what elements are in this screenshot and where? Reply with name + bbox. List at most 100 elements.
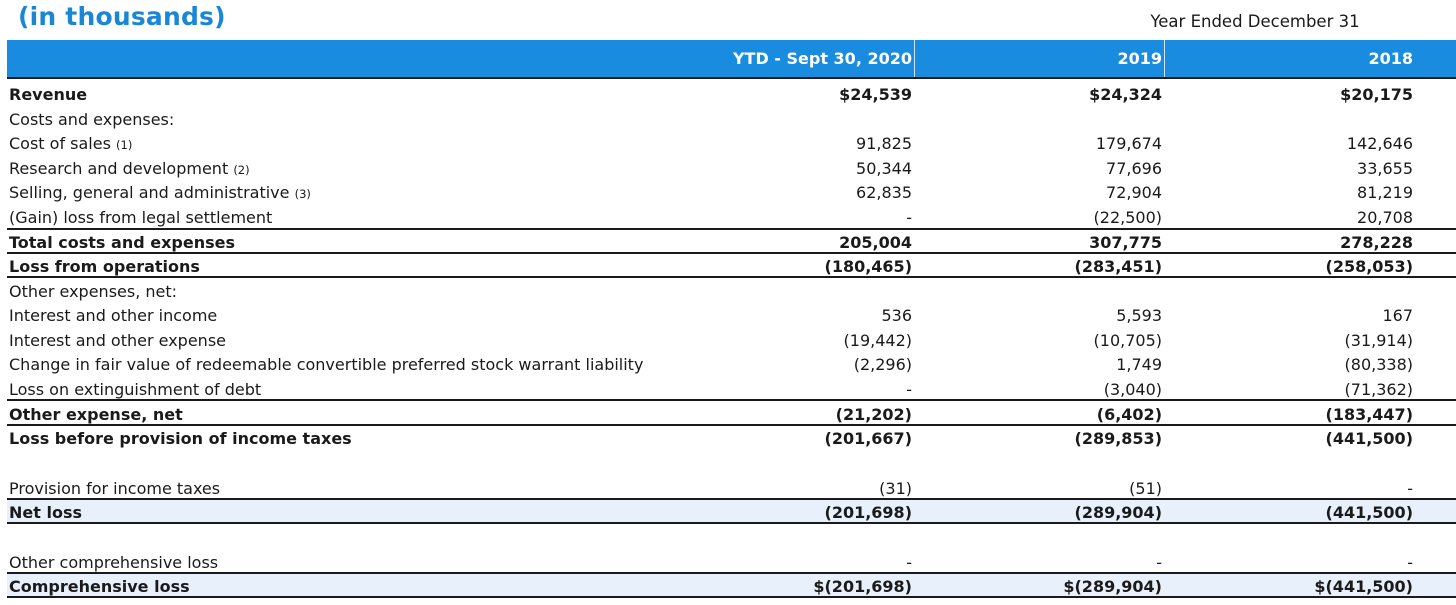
value-2019: 307,775 <box>1089 233 1162 252</box>
value-ytd-2020: (201,698) <box>824 503 913 522</box>
value-2018: (441,500) <box>1325 503 1414 522</box>
footnote-marker: (2) <box>233 163 250 177</box>
row-research-and-development: Research and development (2) 50,344 77,6… <box>0 156 1456 180</box>
value-2019: 77,696 <box>1106 159 1162 178</box>
header-underline <box>7 77 1456 79</box>
value-2019: - <box>1156 553 1162 572</box>
value-2018: 81,219 <box>1357 183 1413 202</box>
row-label-wrap: Research and development (2) <box>9 159 250 178</box>
value-2019: $24,324 <box>1089 85 1162 104</box>
row-net-loss: Net loss (201,698) (289,904) (441,500) <box>0 500 1456 524</box>
row-label: Total costs and expenses <box>9 233 235 252</box>
value-2019: (10,705) <box>1093 331 1162 350</box>
value-2019: 179,674 <box>1095 134 1162 153</box>
value-2019: (22,500) <box>1093 208 1162 227</box>
row-warrant-liability-change: Change in fair value of redeemable conve… <box>0 352 1456 376</box>
row-label: Change in fair value of redeemable conve… <box>9 355 644 374</box>
value-2019: (3,040) <box>1103 380 1162 399</box>
value-ytd-2020: (19,442) <box>843 331 912 350</box>
value-ytd-2020: (2,296) <box>853 355 912 374</box>
row-label: Loss on extinguishment of debt <box>9 380 262 399</box>
value-ytd-2020: - <box>906 553 912 572</box>
value-ytd-2020: 50,344 <box>856 159 912 178</box>
value-2018: (258,053) <box>1325 257 1414 276</box>
value-ytd-2020: (201,667) <box>824 429 913 448</box>
row-label-wrap: Selling, general and administrative (3) <box>9 183 311 202</box>
row-cost-of-sales: Cost of sales (1) 91,825 179,674 142,646 <box>0 131 1456 155</box>
section-heading: Costs and expenses: <box>9 110 175 129</box>
value-ytd-2020: $(201,698) <box>813 577 912 596</box>
row-interest-and-other-income: Interest and other income 536 5,593 167 <box>0 303 1456 327</box>
row-loss-on-extinguishment-of-debt: Loss on extinguishment of debt - (3,040)… <box>0 377 1456 401</box>
row-revenue: Revenue $24,539 $24,324 $20,175 <box>0 82 1456 106</box>
row-total-costs-and-expenses: Total costs and expenses 205,004 307,775… <box>0 230 1456 254</box>
value-2019: (289,853) <box>1074 429 1163 448</box>
row-other-expenses-heading: Other expenses, net: <box>0 279 1456 303</box>
value-2018: - <box>1407 553 1413 572</box>
rule <box>7 276 1456 278</box>
row-loss-from-operations: Loss from operations (180,465) (283,451)… <box>0 254 1456 278</box>
row-label: (Gain) loss from legal settlement <box>9 208 273 227</box>
value-ytd-2020: - <box>906 380 912 399</box>
value-2019: (289,904) <box>1074 503 1163 522</box>
value-2018: (183,447) <box>1325 405 1414 424</box>
value-ytd-2020: (180,465) <box>824 257 913 276</box>
footnote-marker: (3) <box>294 187 311 201</box>
rule <box>7 596 1456 598</box>
value-2018: - <box>1407 479 1413 498</box>
value-2018: $(441,500) <box>1314 577 1413 596</box>
value-2018: 142,646 <box>1346 134 1413 153</box>
row-loss-before-provision: Loss before provision of income taxes (2… <box>0 426 1456 450</box>
row-label: Comprehensive loss <box>9 577 190 596</box>
row-comprehensive-loss: Comprehensive loss $(201,698) $(289,904)… <box>0 574 1456 598</box>
row-label: Other comprehensive loss <box>9 553 219 572</box>
row-label: Loss from operations <box>9 257 200 276</box>
row-costs-and-expenses-heading: Costs and expenses: <box>0 107 1456 131</box>
row-label: Other expense, net <box>9 405 183 424</box>
value-2018: (71,362) <box>1344 380 1413 399</box>
section-heading: Other expenses, net: <box>9 282 178 301</box>
row-label: Interest and other income <box>9 306 218 325</box>
value-2019: 1,749 <box>1116 355 1162 374</box>
row-label: Cost of sales <box>9 134 111 153</box>
value-2018: 33,655 <box>1357 159 1413 178</box>
value-ytd-2020: 536 <box>881 306 912 325</box>
value-2019: $(289,904) <box>1063 577 1162 596</box>
row-label: Interest and other expense <box>9 331 226 350</box>
row-label: Selling, general and administrative <box>9 183 290 202</box>
row-label: Revenue <box>9 85 88 104</box>
column-divider <box>914 40 915 77</box>
footnote-marker: (1) <box>116 138 133 152</box>
row-provision-for-income-taxes: Provision for income taxes (31) (51) - <box>0 476 1456 500</box>
row-label: Loss before provision of income taxes <box>9 429 352 448</box>
value-ytd-2020: (31) <box>879 479 912 498</box>
value-2018: 167 <box>1382 306 1413 325</box>
rule <box>7 399 1456 401</box>
column-divider <box>1164 40 1165 77</box>
value-2019: (6,402) <box>1096 405 1162 424</box>
unit-note: (in thousands) <box>18 2 226 31</box>
value-ytd-2020: - <box>906 208 912 227</box>
value-2018: 20,708 <box>1357 208 1413 227</box>
rule <box>7 522 1456 524</box>
row-label: Research and development <box>9 159 229 178</box>
row-selling-general-administrative: Selling, general and administrative (3) … <box>0 180 1456 204</box>
value-2018: $20,175 <box>1340 85 1413 104</box>
value-ytd-2020: (21,202) <box>835 405 912 424</box>
row-label-wrap: Cost of sales (1) <box>9 134 132 153</box>
row-other-expense-net: Other expense, net (21,202) (6,402) (183… <box>0 402 1456 426</box>
row-interest-and-other-expense: Interest and other expense (19,442) (10,… <box>0 328 1456 352</box>
value-ytd-2020: $24,539 <box>839 85 912 104</box>
value-2019: (283,451) <box>1074 257 1163 276</box>
column-header-2019: 2019 <box>1117 49 1162 68</box>
value-ytd-2020: 62,835 <box>856 183 912 202</box>
row-legal-settlement: (Gain) loss from legal settlement - (22,… <box>0 205 1456 229</box>
value-2018: 278,228 <box>1340 233 1413 252</box>
value-2019: 5,593 <box>1116 306 1162 325</box>
column-header-ytd-2020: YTD - Sept 30, 2020 <box>732 49 912 68</box>
row-other-comprehensive-loss: Other comprehensive loss - - - <box>0 550 1456 574</box>
value-2018: (80,338) <box>1344 355 1413 374</box>
value-2019: 72,904 <box>1106 183 1162 202</box>
value-2019: (51) <box>1129 479 1162 498</box>
value-ytd-2020: 91,825 <box>856 134 912 153</box>
